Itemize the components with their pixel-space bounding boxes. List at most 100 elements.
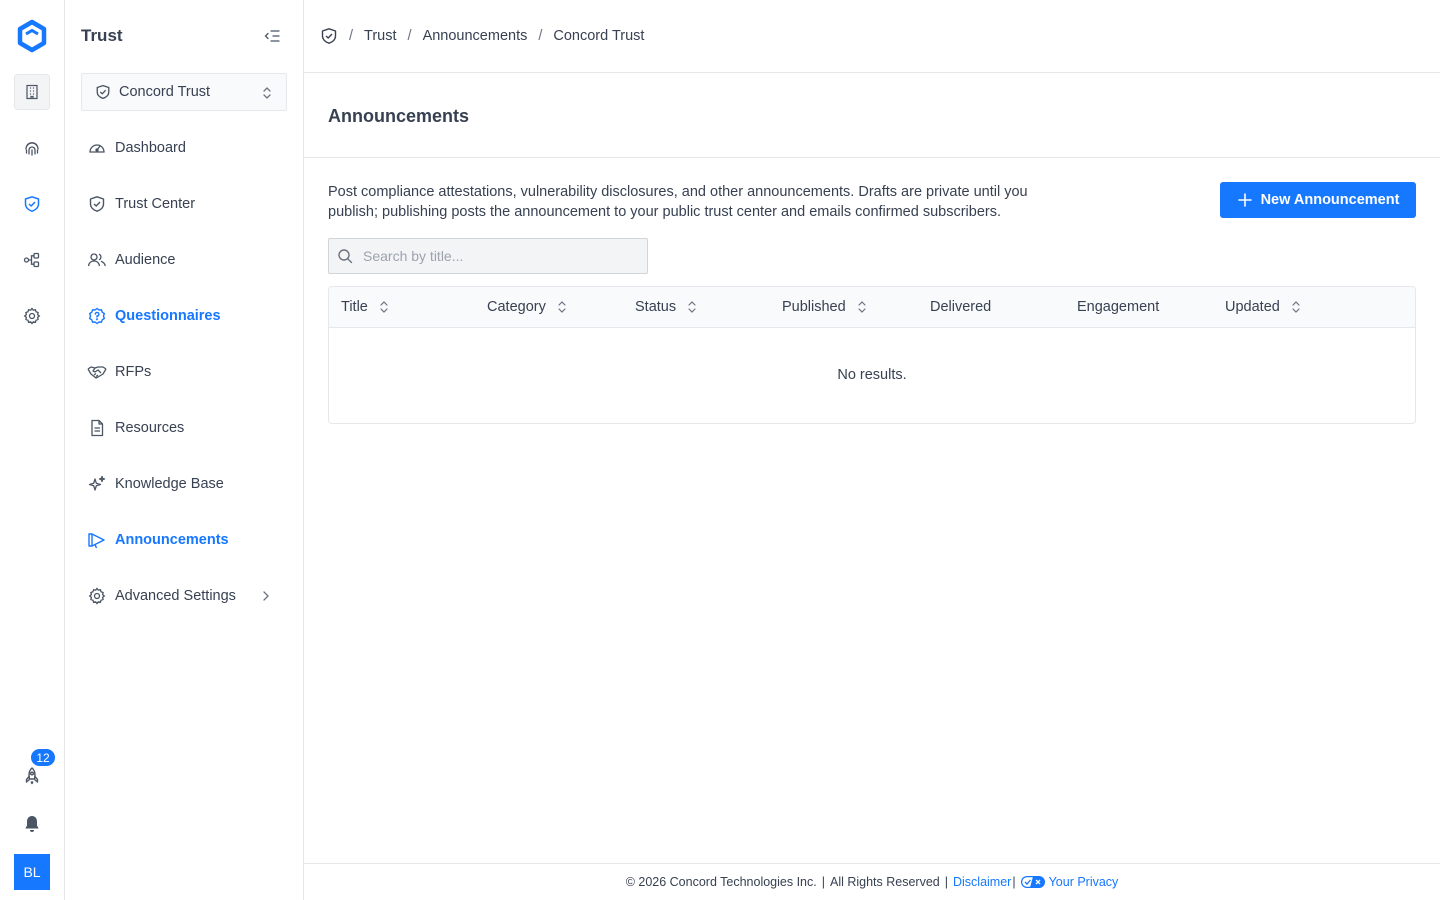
plus-icon (1237, 193, 1252, 207)
column-label: Status (635, 299, 677, 315)
rail-trust[interactable] (14, 186, 50, 222)
footer-separator: | (944, 875, 948, 889)
column-header-status[interactable]: Status (635, 299, 698, 315)
settings-icon (23, 307, 41, 325)
sidebar-item-label: Knowledge Base (115, 476, 224, 492)
sidebar-item-advanced-settings[interactable]: Advanced Settings (87, 580, 287, 612)
footer-rights: All Rights Reserved (829, 875, 940, 889)
main-content: / Trust / Announcements / Concord Trust … (304, 0, 1440, 900)
column-header-published[interactable]: Published (782, 299, 868, 315)
user-avatar[interactable]: BL (14, 854, 50, 890)
sidebar-item-knowledge-base[interactable]: Knowledge Base (87, 468, 287, 500)
sidebar-item-audience[interactable]: Audience (87, 244, 287, 276)
footer-separator: | (821, 875, 825, 889)
bell-icon (25, 816, 39, 832)
chevron-right-icon (259, 589, 273, 603)
rail-settings[interactable] (14, 298, 50, 334)
trust-center-selector[interactable]: Concord Trust (81, 73, 287, 111)
column-label: Updated (1225, 299, 1280, 315)
column-label: Title (341, 299, 368, 315)
collapse-left-icon (264, 30, 280, 42)
breadcrumb-separator: / (407, 28, 412, 44)
footer-copyright: © 2026 Concord Technologies Inc. (625, 875, 817, 889)
building-icon (26, 84, 38, 100)
column-label: Engagement (1077, 299, 1160, 315)
column-header-category[interactable]: Category (487, 299, 568, 315)
hexagon-logo-icon (17, 19, 47, 53)
sidebar-item-announcements[interactable]: Announcements (87, 524, 287, 556)
table-header: Title Category Status Published Delivere… (329, 287, 1415, 328)
sidebar: Trust Concord Trust Dashboard Trust Cent… (65, 0, 304, 900)
footer-separator: | (1012, 875, 1016, 889)
sort-icon (558, 301, 566, 313)
announcements-table: Title Category Status Published Delivere… (328, 286, 1416, 424)
handshake-icon (87, 362, 107, 382)
file-text-icon (87, 418, 107, 438)
fingerprint-icon (25, 142, 39, 156)
app-logo[interactable] (14, 18, 50, 54)
new-announcement-label: New Announcement (1260, 192, 1400, 208)
privacy-options-icon (1020, 876, 1045, 888)
search-icon (338, 249, 353, 264)
chevrons-up-down-icon (260, 85, 274, 101)
column-header-delivered: Delivered (930, 299, 991, 315)
shield-check-icon (24, 196, 40, 212)
column-label: Category (487, 299, 546, 315)
rail-building[interactable] (14, 74, 50, 110)
breadcrumb-item-trust[interactable]: Trust (364, 28, 397, 44)
rocket-icon (25, 767, 39, 785)
breadcrumb-item-current: Concord Trust (553, 28, 645, 44)
users-icon (87, 250, 107, 270)
question-badge-icon (87, 306, 107, 326)
disclaimer-link[interactable]: Disclaimer (953, 875, 1011, 889)
page-header: Announcements (304, 73, 1440, 158)
sort-icon (688, 301, 696, 313)
search-box[interactable] (328, 238, 648, 274)
breadcrumb-item-announcements[interactable]: Announcements (423, 28, 528, 44)
sidebar-item-rfps[interactable]: RFPs (87, 356, 287, 388)
new-announcement-button[interactable]: New Announcement (1220, 182, 1416, 218)
workflow-icon (23, 252, 40, 268)
sidebar-title: Trust (81, 26, 123, 45)
sidebar-item-trust-center[interactable]: Trust Center (87, 188, 287, 220)
empty-state-text: No results. (837, 367, 907, 383)
rail-workflow[interactable] (14, 242, 50, 278)
sidebar-item-resources[interactable]: Resources (87, 412, 287, 444)
app-rail: 12 BL (0, 0, 65, 900)
sidebar-item-label: Resources (115, 420, 185, 436)
sidebar-item-label: Audience (115, 252, 176, 268)
sidebar-item-label: Trust Center (115, 196, 196, 212)
collapse-sidebar-button[interactable] (263, 27, 281, 45)
search-input[interactable] (363, 248, 633, 264)
settings-icon (87, 586, 107, 606)
sidebar-item-questionnaires[interactable]: Questionnaires (87, 300, 287, 332)
shield-check-icon (95, 84, 111, 100)
column-header-updated[interactable]: Updated (1225, 299, 1302, 315)
breadcrumb: / Trust / Announcements / Concord Trust (304, 0, 1440, 73)
selector-value: Concord Trust (119, 84, 211, 100)
your-privacy-link[interactable]: Your Privacy (1049, 875, 1119, 889)
sidebar-item-label: RFPs (115, 364, 152, 380)
shield-check-icon[interactable] (320, 27, 338, 45)
column-header-title[interactable]: Title (341, 299, 390, 315)
gauge-icon (87, 138, 107, 158)
column-header-engagement: Engagement (1077, 299, 1159, 315)
sidebar-item-label: Advanced Settings (115, 588, 236, 604)
column-label: Delivered (930, 299, 992, 315)
breadcrumb-separator: / (538, 28, 543, 44)
sidebar-item-dashboard[interactable]: Dashboard (87, 132, 287, 164)
footer: © 2026 Concord Technologies Inc. | All R… (304, 863, 1440, 900)
sidebar-item-label: Announcements (115, 532, 229, 548)
sort-icon (1292, 301, 1300, 313)
sparkles-icon (87, 474, 107, 494)
breadcrumb-separator: / (349, 28, 354, 44)
sidebar-item-label: Dashboard (115, 140, 186, 156)
sort-icon (858, 301, 866, 313)
rail-fingerprint[interactable] (14, 130, 50, 166)
rail-notifications[interactable] (14, 806, 50, 842)
megaphone-icon (87, 530, 107, 550)
page-description: Post compliance attestations, vulnerabil… (328, 184, 1028, 220)
notification-count-badge: 12 (30, 748, 56, 767)
sidebar-item-label: Questionnaires (115, 308, 221, 324)
sort-icon (380, 301, 388, 313)
